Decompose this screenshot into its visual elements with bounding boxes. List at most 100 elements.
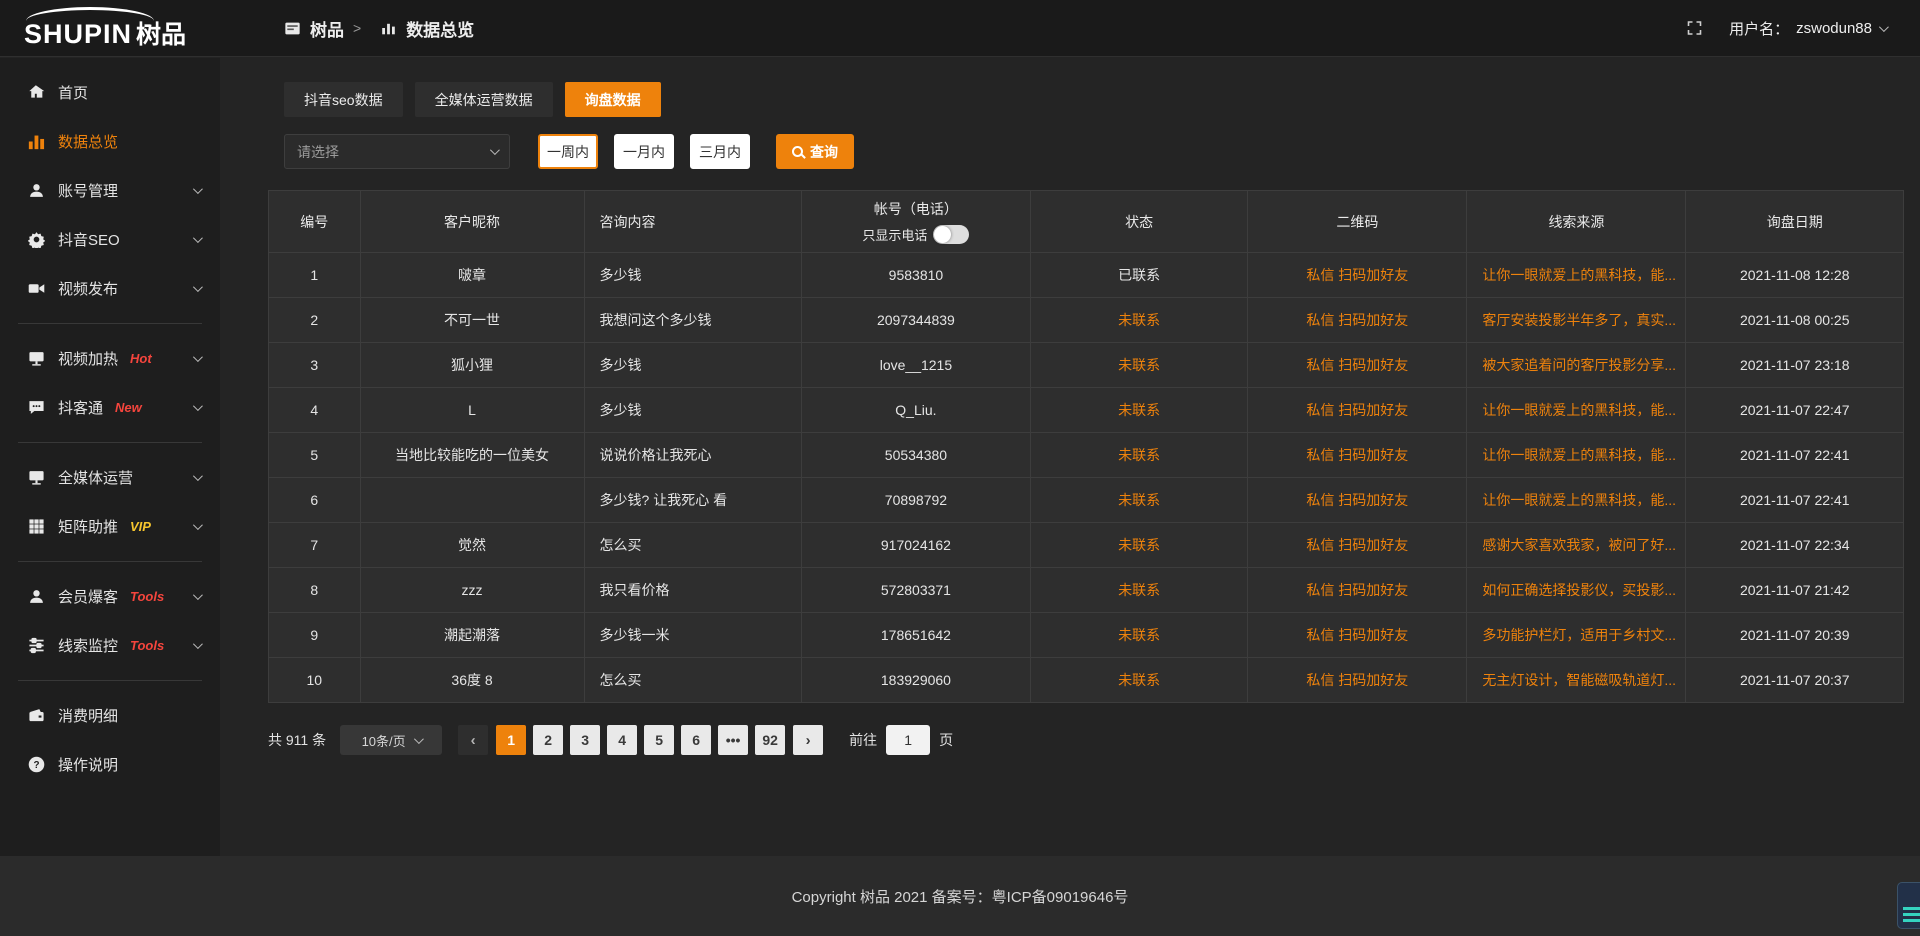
page-button-2[interactable]: 2: [533, 725, 563, 755]
next-page-button[interactable]: ›: [793, 725, 823, 755]
cell-qrcode-link[interactable]: 私信 扫码加好友: [1248, 433, 1467, 478]
sidebar-item-user[interactable]: 账号管理: [0, 166, 220, 215]
fullscreen-icon[interactable]: [1686, 20, 1703, 36]
cell-date: 2021-11-07 21:42: [1686, 568, 1904, 613]
grid-icon: [28, 518, 45, 535]
username-label: 用户名：: [1729, 18, 1789, 39]
cell-source-link[interactable]: 被大家追着问的客厅投影分享...: [1467, 343, 1686, 388]
tab-2[interactable]: 询盘数据: [565, 82, 661, 117]
range-button-2[interactable]: 三月内: [690, 134, 750, 169]
cell-qrcode-link[interactable]: 私信 扫码加好友: [1248, 613, 1467, 658]
chevron-down-icon: [193, 590, 203, 600]
cell-id: 4: [269, 388, 361, 433]
cell-source-link[interactable]: 无主灯设计，智能磁吸轨道灯...: [1467, 658, 1686, 703]
page-ellipsis-button[interactable]: •••: [718, 725, 748, 755]
table-header-row: 编号 客户昵称 咨询内容 帐号（电话） 只显示电话: [269, 191, 1904, 253]
goto-page-input[interactable]: [886, 725, 930, 755]
screen-icon: [28, 350, 45, 367]
range-button-0[interactable]: 一周内: [538, 134, 598, 169]
logo: SHUPIN树品: [0, 5, 220, 51]
range-button-1[interactable]: 一月内: [614, 134, 674, 169]
cell-content: 怎么买: [584, 658, 801, 703]
sidebar-item-camera[interactable]: 视频发布: [0, 264, 220, 313]
sidebar-item-screen[interactable]: 视频加热Hot: [0, 334, 220, 383]
cell-qrcode-link[interactable]: 私信 扫码加好友: [1248, 298, 1467, 343]
col-header-account: 帐号（电话） 只显示电话: [801, 191, 1030, 253]
table-row: 8zzz我只看价格572803371未联系私信 扫码加好友如何正确选择投影仪，买…: [269, 568, 1904, 613]
chevron-down-icon: [193, 184, 203, 194]
sidebar-item-member[interactable]: 会员爆客Tools: [0, 572, 220, 621]
cell-source-link[interactable]: 让你一眼就爱上的黑科技，能...: [1467, 433, 1686, 478]
corner-widget-icon[interactable]: [1897, 882, 1920, 929]
page-button-6[interactable]: 6: [681, 725, 711, 755]
tab-1[interactable]: 全媒体运营数据: [415, 82, 553, 117]
sidebar-item-grid[interactable]: 矩阵助推VIP: [0, 502, 220, 551]
cell-content: 多少钱: [584, 253, 801, 298]
page-button-3[interactable]: 3: [570, 725, 600, 755]
cell-qrcode-link[interactable]: 私信 扫码加好友: [1248, 568, 1467, 613]
sidebar: 首页数据总览账号管理抖音SEO视频发布视频加热Hot抖客通New 全媒体运营矩阵助…: [0, 58, 220, 856]
sidebar-item-badge: Tools: [130, 638, 164, 653]
page-button-92[interactable]: 92: [755, 725, 785, 755]
cell-nickname: L: [360, 388, 584, 433]
sidebar-item-chat[interactable]: 抖客通New: [0, 383, 220, 432]
cell-source-link[interactable]: 让你一眼就爱上的黑科技，能...: [1467, 253, 1686, 298]
chart-icon: [380, 21, 397, 35]
breadcrumb: 树品 > 数据总览: [284, 16, 474, 41]
tab-0[interactable]: 抖音seo数据: [284, 82, 403, 117]
sidebar-item-help[interactable]: ?操作说明: [0, 740, 220, 789]
prev-page-button[interactable]: ‹: [458, 725, 488, 755]
col-header-status: 状态: [1030, 191, 1247, 253]
sidebar-item-gear[interactable]: 抖音SEO: [0, 215, 220, 264]
cell-content: 多少钱一米: [584, 613, 801, 658]
breadcrumb-root[interactable]: 树品: [310, 16, 344, 41]
cell-qrcode-link[interactable]: 私信 扫码加好友: [1248, 343, 1467, 388]
page-button-5[interactable]: 5: [644, 725, 674, 755]
goto-label: 前往: [849, 730, 877, 750]
cell-source-link[interactable]: 多功能护栏灯，适用于乡村文...: [1467, 613, 1686, 658]
cell-id: 1: [269, 253, 361, 298]
pagination: 共 911 条 10条/页 ‹ 123456•••92 › 前往 页: [268, 725, 1920, 755]
sidebar-item-chart[interactable]: 数据总览: [0, 117, 220, 166]
sidebar-item-sliders[interactable]: 线索监控Tools: [0, 621, 220, 670]
cell-account: 2097344839: [801, 298, 1030, 343]
filter-select[interactable]: 请选择: [284, 134, 510, 169]
cell-source-link[interactable]: 让你一眼就爱上的黑科技，能...: [1467, 388, 1686, 433]
sidebar-item-wallet[interactable]: 消费明细: [0, 691, 220, 740]
sidebar-divider: [18, 680, 202, 681]
cell-content: 我想问这个多少钱: [584, 298, 801, 343]
page-button-4[interactable]: 4: [607, 725, 637, 755]
home-icon: [28, 84, 45, 101]
cell-qrcode-link[interactable]: 私信 扫码加好友: [1248, 523, 1467, 568]
phone-only-toggle[interactable]: [933, 225, 969, 244]
cell-nickname: 当地比较能吃的一位美女: [360, 433, 584, 478]
sidebar-item-monitor[interactable]: 全媒体运营: [0, 453, 220, 502]
sidebar-item-home[interactable]: 首页: [0, 68, 220, 117]
cell-source-link[interactable]: 客厅安装投影半年多了，真实...: [1467, 298, 1686, 343]
cell-source-link[interactable]: 让你一眼就爱上的黑科技，能...: [1467, 478, 1686, 523]
cell-content: 我只看价格: [584, 568, 801, 613]
logo-arc-icon: [26, 7, 154, 21]
cell-qrcode-link[interactable]: 私信 扫码加好友: [1248, 658, 1467, 703]
cell-content: 多少钱: [584, 343, 801, 388]
filter-select-placeholder: 请选择: [297, 142, 339, 162]
cell-id: 9: [269, 613, 361, 658]
cell-qrcode-link[interactable]: 私信 扫码加好友: [1248, 388, 1467, 433]
table-row: 7觉然怎么买917024162未联系私信 扫码加好友感谢大家喜欢我家，被问了好.…: [269, 523, 1904, 568]
cell-date: 2021-11-07 22:34: [1686, 523, 1904, 568]
cell-status: 未联系: [1030, 298, 1247, 343]
user-menu[interactable]: 用户名：zswodun88: [1729, 18, 1886, 39]
chevron-down-icon: [193, 401, 203, 411]
page-button-1[interactable]: 1: [496, 725, 526, 755]
cell-qrcode-link[interactable]: 私信 扫码加好友: [1248, 478, 1467, 523]
cell-account: 9583810: [801, 253, 1030, 298]
svg-text:?: ?: [33, 760, 39, 771]
table-body: 1啵章多少钱9583810已联系私信 扫码加好友让你一眼就爱上的黑科技，能...…: [269, 253, 1904, 703]
search-button[interactable]: 查询: [776, 134, 854, 169]
cell-source-link[interactable]: 感谢大家喜欢我家，被问了好...: [1467, 523, 1686, 568]
cell-qrcode-link[interactable]: 私信 扫码加好友: [1248, 253, 1467, 298]
cell-source-link[interactable]: 如何正确选择投影仪，买投影...: [1467, 568, 1686, 613]
user-icon: [28, 182, 45, 199]
col-header-date: 询盘日期: [1686, 191, 1904, 253]
page-size-select[interactable]: 10条/页: [340, 725, 442, 755]
